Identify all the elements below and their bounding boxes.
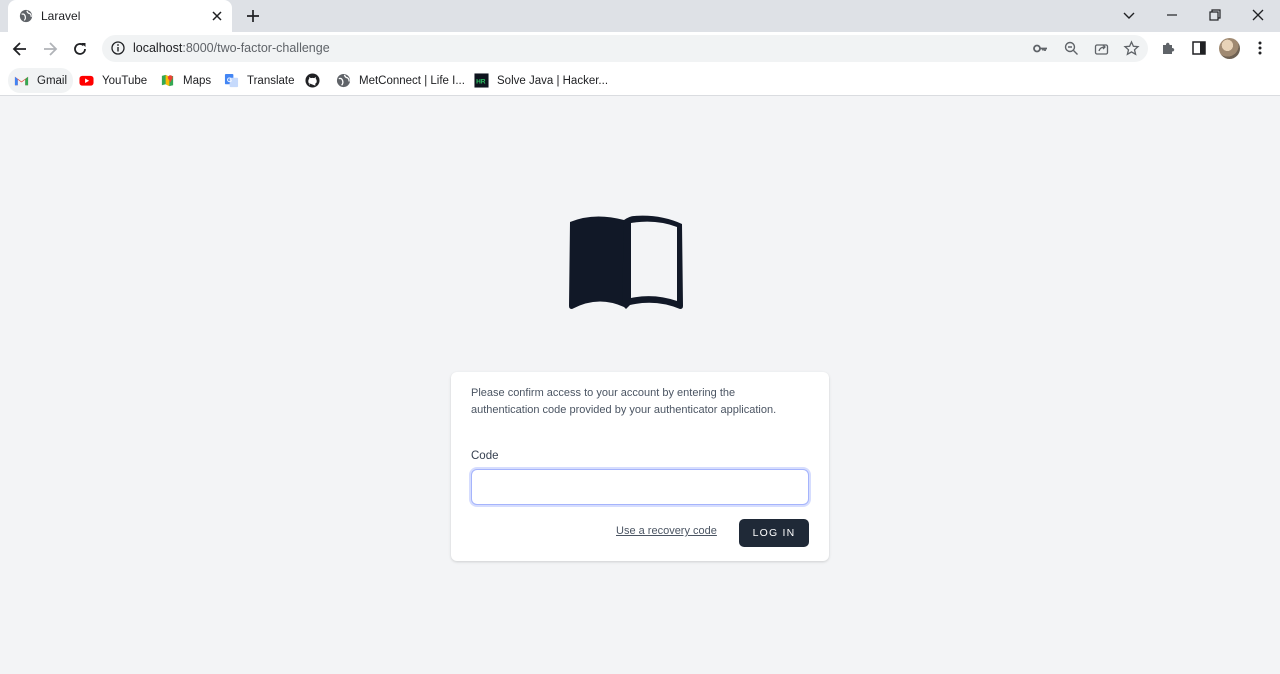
use-recovery-code-link[interactable]: Use a recovery code [616, 525, 717, 537]
open-book-icon [569, 215, 683, 309]
bookmark-star-icon[interactable] [1123, 40, 1140, 57]
new-tab-plus-icon[interactable] [244, 7, 262, 25]
globe-icon [336, 73, 351, 88]
side-panel-icon[interactable] [1190, 39, 1208, 57]
translate-icon: G [224, 73, 239, 88]
log-in-button[interactable]: LOG IN [739, 519, 809, 547]
reload-icon[interactable] [70, 39, 90, 59]
url-path: :8000/two-factor-challenge [182, 41, 330, 55]
extensions-puzzle-icon[interactable] [1160, 39, 1178, 57]
bookmark-label: Solve Java | Hacker... [497, 74, 609, 87]
two-factor-instructions: Please confirm access to your account by… [471, 387, 777, 416]
browser-tab-strip: Laravel [0, 0, 1280, 32]
address-bar[interactable]: localhost:8000/two-factor-challenge [102, 35, 1148, 62]
youtube-icon [79, 75, 94, 86]
more-menu-icon[interactable] [1251, 39, 1269, 57]
bookmark-label: Maps [183, 74, 212, 87]
tab-search-chevron-icon[interactable] [1120, 6, 1138, 24]
gmail-icon [14, 76, 29, 86]
bookmark-metconnect[interactable]: MetConnect | Life I... [330, 68, 471, 93]
window-close-icon[interactable] [1249, 6, 1267, 24]
restore-icon[interactable] [1206, 6, 1224, 24]
bookmark-label: MetConnect | Life I... [359, 74, 465, 87]
site-info-icon[interactable] [111, 41, 125, 55]
forward-arrow-icon[interactable] [40, 39, 60, 59]
github-icon [305, 73, 320, 88]
bookmark-github[interactable] [299, 68, 326, 93]
key-icon[interactable] [1032, 40, 1049, 57]
minimize-icon[interactable] [1163, 6, 1181, 24]
bookmarks-bar: Gmail YouTube Maps G Translate MetConnec… [0, 65, 1280, 96]
svg-text:HR: HR [476, 78, 486, 85]
profile-avatar[interactable] [1219, 38, 1240, 59]
two-factor-card: Please confirm access to your account by… [451, 372, 829, 561]
maps-icon [161, 74, 174, 87]
bookmark-label: Gmail [37, 74, 68, 87]
hackerrank-icon: HR [474, 73, 489, 88]
share-icon[interactable] [1093, 40, 1110, 57]
code-input[interactable] [471, 469, 809, 505]
bookmark-youtube[interactable]: YouTube [73, 68, 153, 93]
bookmark-label: YouTube [102, 74, 148, 87]
close-icon[interactable] [209, 8, 225, 24]
browser-toolbar: localhost:8000/two-factor-challenge [0, 32, 1280, 65]
bookmark-hackerrank[interactable]: HR Solve Java | Hacker... [468, 68, 614, 93]
bookmark-translate[interactable]: G Translate [218, 68, 301, 93]
svg-text:G: G [227, 77, 232, 84]
browser-tab[interactable]: Laravel [8, 0, 232, 32]
bookmark-label: Translate [247, 74, 295, 87]
code-label: Code [471, 450, 499, 462]
globe-icon [19, 9, 33, 23]
back-arrow-icon[interactable] [10, 39, 30, 59]
bookmark-maps[interactable]: Maps [154, 68, 217, 93]
url-host: localhost [133, 41, 183, 55]
tab-title: Laravel [41, 9, 81, 23]
zoom-out-icon[interactable] [1063, 40, 1080, 57]
url-text[interactable]: localhost:8000/two-factor-challenge [133, 41, 330, 55]
bookmark-gmail[interactable]: Gmail [8, 68, 74, 93]
